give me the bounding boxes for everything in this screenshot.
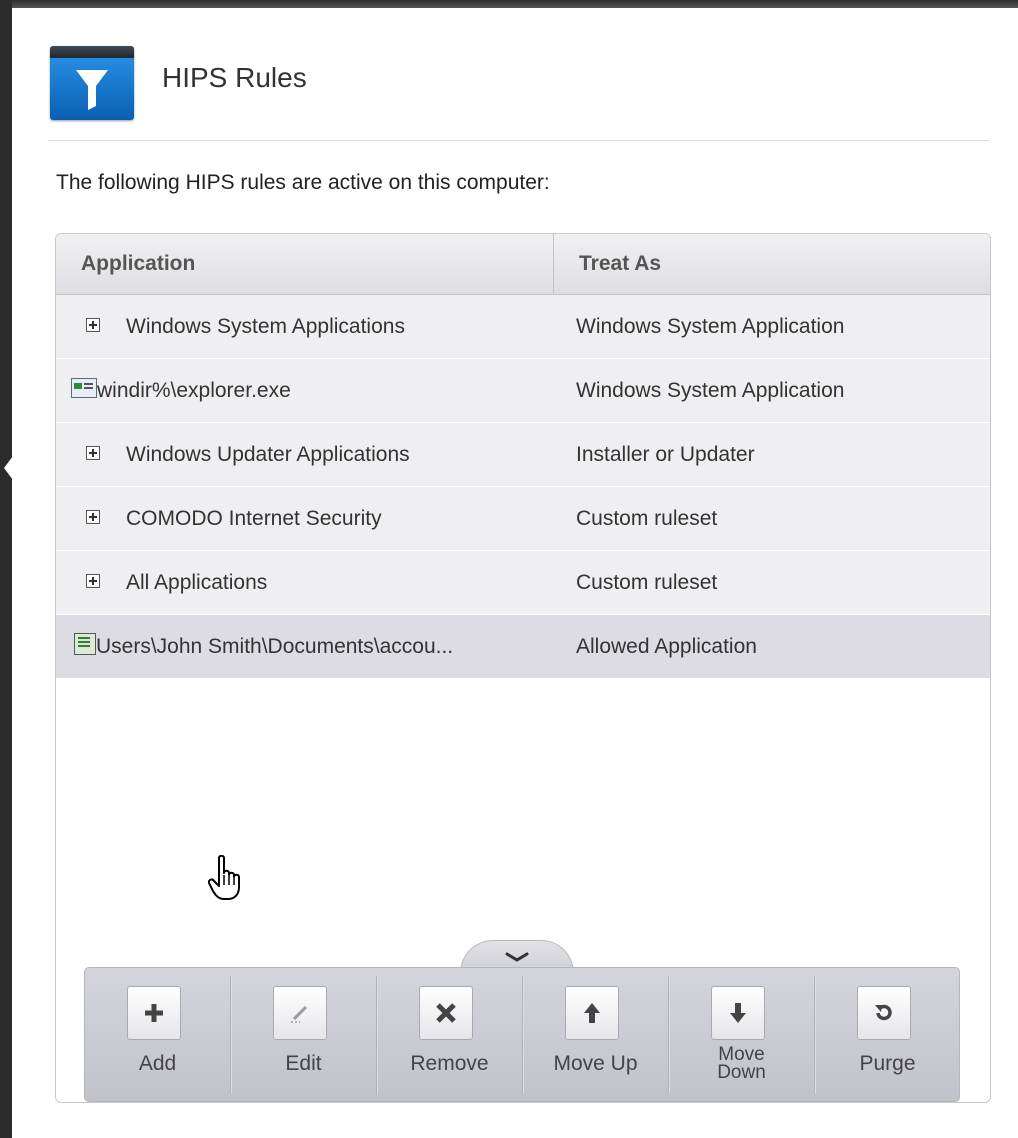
move-down-button[interactable]: Move Down [669,968,814,1101]
move-up-label: Move Up [553,1052,638,1075]
executable-file-icon [71,378,97,399]
move-up-button[interactable]: Move Up [523,968,668,1101]
add-button-frame [127,986,181,1040]
table-row[interactable]: All Applications Custom ruleset [56,551,990,615]
background-window-edge [0,0,16,1138]
table-row[interactable]: COMODO Internet Security Custom ruleset [56,487,990,551]
application-name: COMODO Internet Security [126,507,382,530]
edit-label: Edit [285,1052,322,1075]
application-name: windir%\explorer.exe [97,379,291,402]
column-divider[interactable] [553,234,554,294]
purge-label: Purge [859,1052,916,1075]
row-application-cell: Windows System Applications [78,295,405,358]
table-header: Application Treat As [56,234,990,295]
add-label: Add [138,1052,177,1075]
header-divider [48,140,990,141]
move-up-button-frame [565,986,619,1040]
refresh-icon [875,1004,892,1021]
move-down-button-frame [711,986,765,1040]
column-header-application[interactable]: Application [81,234,195,294]
hand-cursor-icon [208,855,240,900]
panel-pointer-arrow [4,452,16,484]
arrow-down-icon [730,1003,746,1023]
treat-as-value: Windows System Application [576,315,845,338]
column-header-treat-as[interactable]: Treat As [579,234,661,294]
row-application-cell: windir%\explorer.exe [71,359,291,422]
treat-as-value: Custom ruleset [576,507,718,530]
expand-icon[interactable] [86,574,100,589]
hips-rules-table: Application Treat As Windows System Appl… [55,233,991,1103]
application-name: Windows Updater Applications [126,443,410,466]
arrow-up-icon [584,1003,600,1023]
row-application-cell: Windows Updater Applications [78,423,410,486]
expand-icon[interactable] [86,446,100,461]
table-row[interactable]: Windows System Applications Windows Syst… [56,295,990,359]
move-down-label: Move Down [669,1045,814,1083]
expand-icon[interactable] [86,510,100,525]
plus-icon [145,1004,163,1022]
edit-button[interactable]: Edit [231,968,376,1101]
close-icon [436,1003,456,1023]
treat-as-value: Allowed Application [576,635,757,658]
window-top-strip [0,0,1018,8]
move-down-label-line2: Down [717,1062,766,1083]
table-row[interactable]: Windows Updater Applications Installer o… [56,423,990,487]
hips-rules-filter-icon [50,46,134,120]
purge-button-frame [857,986,911,1040]
treat-as-value: Installer or Updater [576,443,755,466]
table-row-selected[interactable]: Users\John Smith\Documents\accou... Allo… [56,615,990,679]
treat-as-value: Custom ruleset [576,571,718,594]
expand-icon[interactable] [86,318,100,333]
remove-button-frame [419,986,473,1040]
pencil-icon [291,1005,308,1023]
remove-button[interactable]: Remove [377,968,522,1101]
application-name: All Applications [126,571,268,594]
intro-text: The following HIPS rules are active on t… [56,171,550,194]
purge-button[interactable]: Purge [815,968,960,1101]
row-application-cell: All Applications [78,551,267,614]
remove-label: Remove [410,1052,489,1075]
row-application-cell: COMODO Internet Security [78,487,382,550]
treat-as-value: Windows System Application [576,379,845,402]
page-title: HIPS Rules [162,62,307,93]
spreadsheet-file-icon [74,633,96,656]
application-name: Windows System Applications [126,315,405,338]
row-application-cell: Users\John Smith\Documents\accou... [74,615,454,678]
table-row[interactable]: windir%\explorer.exe Windows System Appl… [56,359,990,423]
rules-toolbar: Add Edit Remove Move Up Move Down Purge [84,967,960,1102]
add-button[interactable]: Add [85,968,230,1101]
edit-button-frame [273,986,327,1040]
application-name: Users\John Smith\Documents\accou... [96,635,454,658]
chevron-down-icon [505,952,529,962]
